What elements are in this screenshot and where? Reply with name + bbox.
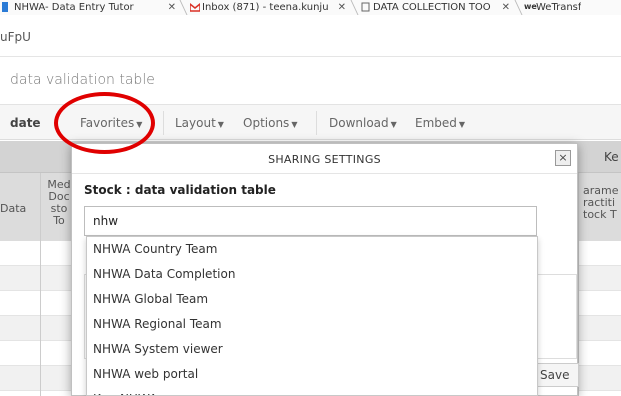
- caret-down-icon: ▼: [458, 120, 466, 129]
- layout-label: Layout: [175, 116, 216, 130]
- suggestion-item[interactable]: NHWA Global Team: [87, 287, 537, 312]
- menu-divider: [163, 111, 164, 135]
- caret-down-icon: ▼: [291, 120, 298, 129]
- column-header: Data: [0, 203, 27, 215]
- favorite-title: data validation table: [10, 72, 155, 88]
- dialog-subtitle: Stock : data validation table: [84, 183, 276, 197]
- options-menu[interactable]: Options ▼: [243, 116, 297, 130]
- caret-down-icon: ▼: [390, 120, 397, 129]
- browser-tab[interactable]: Inbox (871) - teena.kunju ✕: [188, 0, 350, 15]
- column-line: [40, 173, 41, 396]
- download-label: Download: [329, 116, 389, 130]
- layout-menu[interactable]: Layout ▼: [175, 116, 224, 130]
- dialog-title: SHARING SETTINGS: [268, 153, 381, 166]
- search-input[interactable]: [85, 207, 536, 235]
- annotation-circle: [54, 92, 155, 154]
- tab-divider: [350, 0, 359, 15]
- address-bar-text[interactable]: uFpU: [0, 30, 31, 44]
- browser-tab[interactable]: DATA COLLECTION TOO ✕: [359, 0, 514, 15]
- close-icon[interactable]: ✕: [168, 0, 176, 15]
- suggestion-item[interactable]: NHWA Regional Team: [87, 312, 537, 337]
- caret-down-icon: ▼: [217, 120, 224, 129]
- autocomplete-dropdown: NHWA Country Team NHWA Data Completion N…: [86, 236, 538, 396]
- file-icon: [361, 2, 370, 12]
- wetransfer-icon: we: [524, 2, 537, 11]
- header-line: To: [53, 214, 65, 227]
- gmail-icon: [190, 3, 200, 12]
- options-label: Options: [243, 116, 290, 130]
- tab-divider: [179, 0, 188, 15]
- browser-tab[interactable]: we WeTransf: [522, 0, 621, 15]
- suggestion-item[interactable]: NHWA Country Team: [87, 237, 537, 262]
- browser-tab-label: Inbox (871) - teena.kunju: [202, 2, 329, 13]
- embed-menu[interactable]: Embed ▼: [415, 116, 465, 130]
- menu-divider: [316, 111, 317, 135]
- browser-tab-label: DATA COLLECTION TOO: [373, 2, 491, 13]
- update-button[interactable]: date: [10, 116, 41, 130]
- column-header: Ke: [604, 151, 619, 163]
- browser-tab-strip: NHWA- Data Entry Tutor ✕ Inbox (871) - t…: [0, 0, 621, 15]
- header-line: tock T: [583, 208, 617, 221]
- suggestion-item[interactable]: NHWA System viewer: [87, 337, 537, 362]
- save-button[interactable]: Save: [537, 363, 579, 387]
- dialog-header: SHARING SETTINGS ×: [72, 144, 577, 174]
- doc-icon: [2, 2, 8, 12]
- download-menu[interactable]: Download ▼: [329, 116, 397, 130]
- close-icon[interactable]: ×: [555, 150, 571, 166]
- close-icon[interactable]: ✕: [338, 0, 346, 15]
- suggestion-item[interactable]: NHWA Data Completion: [87, 262, 537, 287]
- column-header: Med Doc sto To: [46, 179, 72, 227]
- divider: [0, 56, 621, 57]
- browser-tab[interactable]: NHWA- Data Entry Tutor ✕: [0, 0, 180, 15]
- column-header: arame ractiti tock T: [583, 185, 621, 221]
- browser-tab-label: NHWA- Data Entry Tutor: [14, 2, 134, 13]
- embed-label: Embed: [415, 116, 457, 130]
- browser-tab-label: WeTransf: [536, 2, 582, 13]
- close-icon[interactable]: ✕: [502, 0, 510, 15]
- suggestion-item[interactable]: K.... NHWA: [87, 387, 537, 395]
- user-group-search[interactable]: [84, 206, 537, 236]
- suggestion-item[interactable]: NHWA web portal: [87, 362, 537, 387]
